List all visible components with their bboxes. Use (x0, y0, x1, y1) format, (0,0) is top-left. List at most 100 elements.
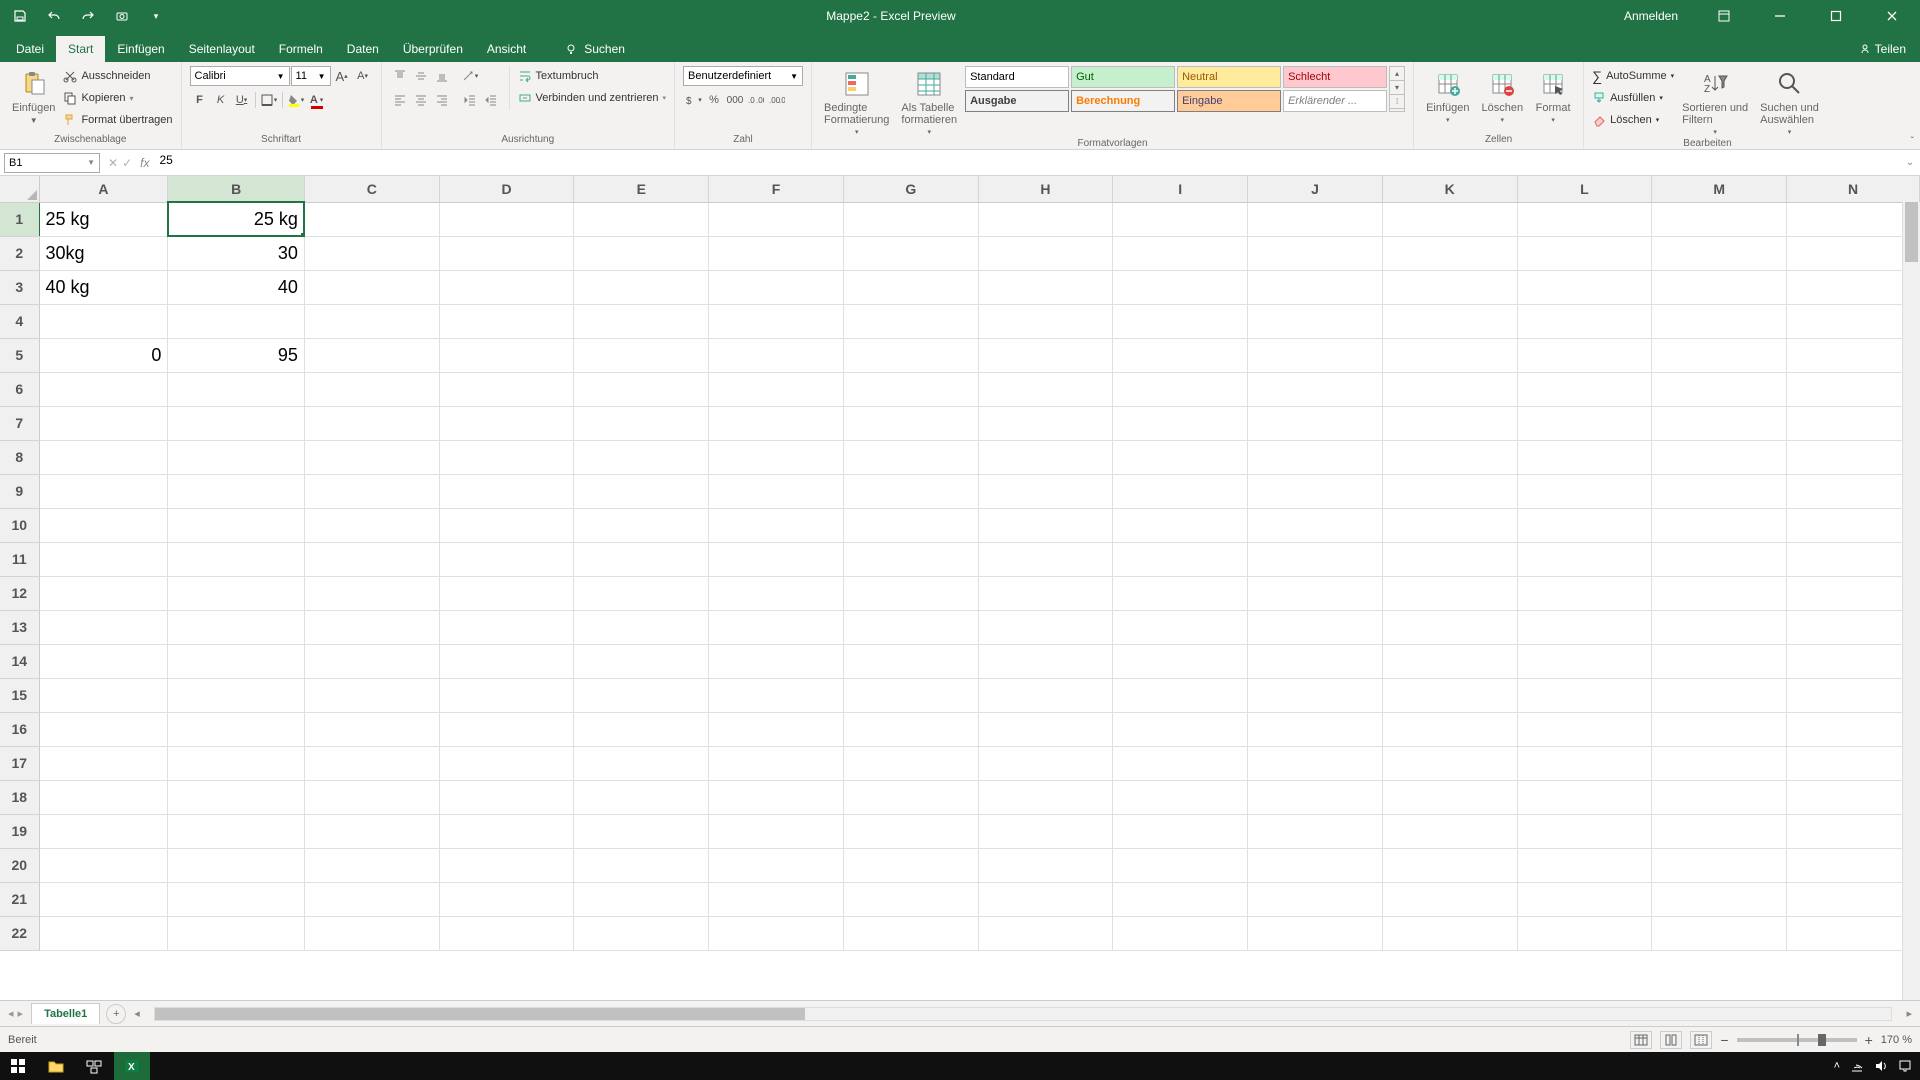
cell[interactable] (1787, 270, 1920, 304)
cell[interactable] (1787, 610, 1920, 644)
cell[interactable] (439, 814, 574, 848)
cell[interactable] (1113, 916, 1248, 950)
cell[interactable] (1248, 440, 1383, 474)
cell[interactable] (1652, 304, 1787, 338)
cell[interactable] (709, 338, 844, 372)
tell-me-search[interactable]: Suchen (558, 36, 633, 62)
cell[interactable] (39, 916, 168, 950)
cell[interactable]: 30kg (39, 236, 168, 270)
cell[interactable] (843, 610, 978, 644)
cell[interactable] (709, 746, 844, 780)
cell[interactable] (1652, 882, 1787, 916)
align-left-icon[interactable] (390, 90, 410, 110)
cell[interactable] (1787, 474, 1920, 508)
cell[interactable] (304, 406, 439, 440)
cell[interactable] (709, 712, 844, 746)
row-header[interactable]: 18 (0, 780, 39, 814)
cell[interactable] (574, 202, 709, 236)
row-header[interactable]: 5 (0, 338, 39, 372)
add-sheet-button[interactable]: + (106, 1004, 126, 1024)
cell[interactable] (1517, 440, 1652, 474)
cell[interactable] (843, 270, 978, 304)
cell[interactable] (304, 882, 439, 916)
cell[interactable] (709, 814, 844, 848)
cell[interactable] (168, 372, 305, 406)
cell[interactable] (1517, 780, 1652, 814)
cell[interactable] (1787, 236, 1920, 270)
grow-font-icon[interactable]: A▴ (332, 66, 352, 86)
vertical-scrollbar[interactable] (1902, 202, 1920, 1000)
cell[interactable] (168, 304, 305, 338)
cell[interactable] (1248, 202, 1383, 236)
cell-style-explanatory[interactable]: Erklärender ... (1283, 90, 1387, 112)
cell[interactable] (574, 270, 709, 304)
cell-style-good[interactable]: Gut (1071, 66, 1175, 88)
sheet-nav-last-icon[interactable]: ▸ (18, 1007, 24, 1020)
cell[interactable] (1787, 304, 1920, 338)
cell[interactable] (1652, 712, 1787, 746)
cell[interactable] (1248, 746, 1383, 780)
cell[interactable] (978, 474, 1113, 508)
cell[interactable] (439, 372, 574, 406)
increase-decimal-icon[interactable]: .0.00 (746, 90, 766, 110)
cell[interactable] (709, 576, 844, 610)
cell[interactable] (1652, 202, 1787, 236)
bold-icon[interactable]: F (190, 90, 210, 110)
cell[interactable] (1787, 406, 1920, 440)
cell[interactable] (709, 882, 844, 916)
collapse-ribbon-icon[interactable]: ˇ (1911, 136, 1914, 147)
cell[interactable] (39, 746, 168, 780)
cell[interactable] (1113, 610, 1248, 644)
cell[interactable] (709, 678, 844, 712)
decrease-decimal-icon[interactable]: .00.0 (767, 90, 787, 110)
cell[interactable] (1382, 542, 1517, 576)
cell[interactable] (1652, 814, 1787, 848)
cell-style-neutral[interactable]: Neutral (1177, 66, 1281, 88)
row-header[interactable]: 11 (0, 542, 39, 576)
cell[interactable] (168, 508, 305, 542)
cell[interactable] (168, 882, 305, 916)
zoom-out-icon[interactable]: − (1720, 1032, 1728, 1048)
cell[interactable] (1113, 882, 1248, 916)
cell[interactable] (574, 678, 709, 712)
cell[interactable] (39, 406, 168, 440)
format-cells-button[interactable]: Format▾ (1531, 66, 1575, 126)
cell[interactable] (1787, 508, 1920, 542)
column-header[interactable]: C (304, 176, 439, 202)
cell[interactable] (439, 270, 574, 304)
cell[interactable] (574, 406, 709, 440)
minimize-icon[interactable] (1760, 0, 1800, 32)
cell[interactable] (709, 916, 844, 950)
cell[interactable] (1382, 202, 1517, 236)
italic-icon[interactable]: K (211, 90, 231, 110)
cell[interactable] (843, 406, 978, 440)
column-header[interactable]: F (709, 176, 844, 202)
cell[interactable] (709, 304, 844, 338)
cell[interactable] (1382, 338, 1517, 372)
undo-icon[interactable] (42, 4, 66, 28)
cell[interactable] (843, 508, 978, 542)
cell[interactable] (709, 236, 844, 270)
clear-button[interactable]: Löschen ▾ (1592, 110, 1674, 130)
cell[interactable] (574, 780, 709, 814)
file-explorer-icon[interactable] (38, 1052, 74, 1080)
cell-style-calculation[interactable]: Berechnung (1071, 90, 1175, 112)
cell[interactable] (1652, 440, 1787, 474)
cell[interactable] (1113, 644, 1248, 678)
cell[interactable] (1787, 542, 1920, 576)
cell[interactable] (574, 372, 709, 406)
cell[interactable] (1517, 508, 1652, 542)
increase-indent-icon[interactable] (481, 90, 501, 110)
cell[interactable] (1517, 406, 1652, 440)
row-header[interactable]: 10 (0, 508, 39, 542)
shrink-font-icon[interactable]: A▾ (353, 66, 373, 86)
hscroll-left-icon[interactable]: ◂ (134, 1007, 140, 1020)
cell[interactable] (709, 440, 844, 474)
cell[interactable] (1652, 678, 1787, 712)
cell[interactable] (439, 406, 574, 440)
cell[interactable] (1652, 644, 1787, 678)
cell[interactable] (1517, 474, 1652, 508)
cell[interactable] (168, 644, 305, 678)
row-header[interactable]: 19 (0, 814, 39, 848)
cell[interactable] (1382, 610, 1517, 644)
